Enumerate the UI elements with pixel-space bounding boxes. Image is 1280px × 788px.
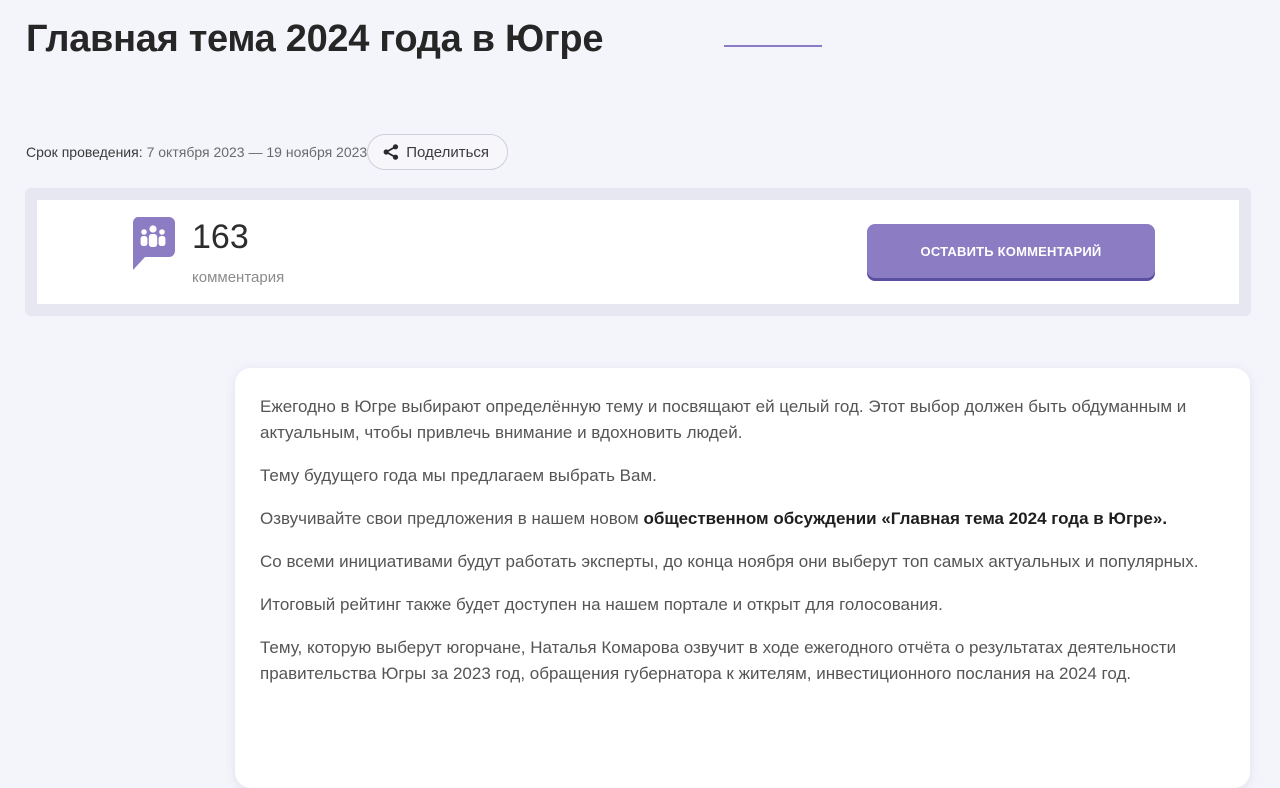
meta-row: Срок проведения: 7 октября 2023 — 19 ноя… [26, 134, 509, 170]
comments-panel: 163 комментария ОСТАВИТЬ КОММЕНТАРИЙ [25, 188, 1251, 316]
people-chat-icon [132, 217, 175, 270]
content-paragraph-1: Ежегодно в Югре выбирают определённую те… [260, 397, 1187, 442]
content-paragraph-6: Тему, которую выберут югорчане, Наталья … [260, 638, 1177, 683]
content-paragraph-2: Тему будущего года мы предлагаем выбрать… [260, 466, 657, 485]
discussion-link-text: общественном обсуждении «Главная тема 20… [643, 509, 1168, 528]
share-button[interactable]: Поделиться [367, 134, 509, 170]
share-icon [383, 144, 399, 160]
comments-count: 163 [192, 218, 249, 256]
content-paragraph-3-text: Озвучивайте свои предложения в нашем нов… [260, 509, 644, 528]
leave-comment-button[interactable]: ОСТАВИТЬ КОММЕНТАРИЙ [867, 224, 1155, 278]
content-paragraph-3: Озвучивайте свои предложения в нашем нов… [260, 506, 1225, 532]
content-paragraph-4: Со всеми инициативами будут работать экс… [260, 552, 1199, 571]
content-body: Ежегодно в Югре выбирают определённую те… [260, 394, 1225, 704]
page-title: Главная тема 2024 года в Югре [26, 18, 604, 60]
content-card: Ежегодно в Югре выбирают определённую те… [235, 368, 1250, 788]
content-paragraph-5: Итоговый рейтинг также будет доступен на… [260, 595, 943, 614]
comments-panel-inner: 163 комментария ОСТАВИТЬ КОММЕНТАРИЙ [37, 200, 1239, 304]
deadline-value: 7 октября 2023 — 19 ноября 2023 [146, 144, 368, 160]
deadline-label: Срок проведения: [26, 144, 143, 160]
title-accent-line [724, 45, 822, 47]
comments-label: комментария [192, 269, 285, 286]
share-label: Поделиться [406, 143, 490, 161]
